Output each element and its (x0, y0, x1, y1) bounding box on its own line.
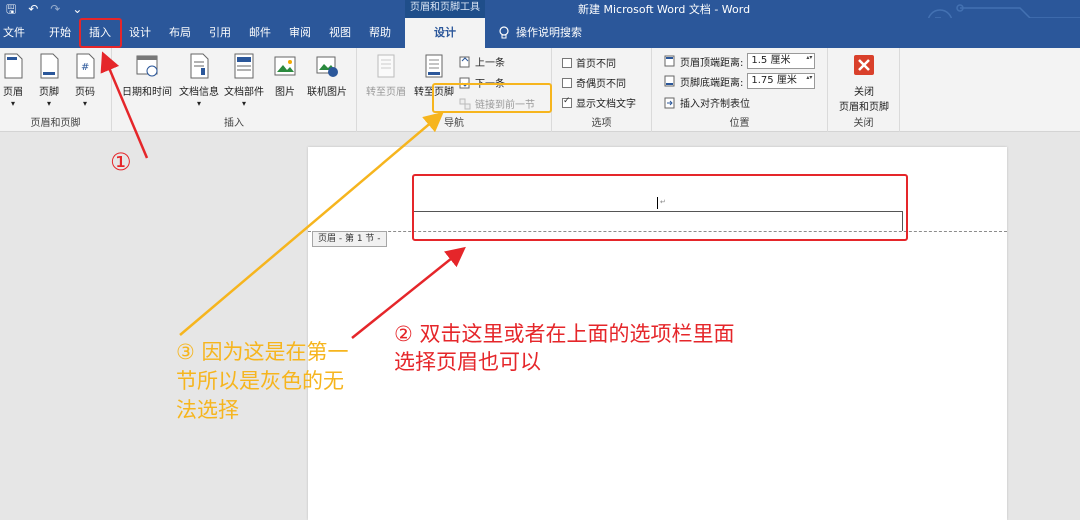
annotation-step2-line2: 选择页眉也可以 (394, 350, 541, 374)
annotation-arrows (100, 51, 466, 339)
annotation-step3-line1: ③ 因为这是在第一 (176, 340, 349, 364)
annotation-step2-line1: ② 双击这里或者在上面的选项栏里面 (394, 322, 735, 346)
arrow-step3 (179, 111, 444, 336)
arrow-step1 (100, 51, 149, 159)
annotation-step1: ① (110, 148, 132, 176)
annotation-step3-line2: 节所以是灰色的无 (176, 369, 344, 393)
annotation-step3-line3: 法选择 (176, 398, 239, 422)
